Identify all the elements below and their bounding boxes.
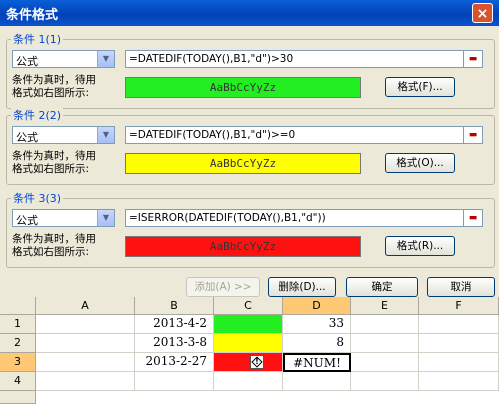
range-picker-icon[interactable]: ▬ [463,50,483,68]
cell-a4[interactable] [36,372,135,391]
range-picker-icon[interactable]: ▬ [463,126,483,144]
row-header-3[interactable]: 3 [0,353,36,372]
chevron-down-icon: ▼ [97,127,114,143]
cell-b3[interactable]: 2013-2-27 [135,353,214,372]
column-header-e[interactable]: E [351,297,419,315]
row-header-1[interactable]: 1 [0,315,36,334]
cell-f4[interactable] [419,372,499,391]
condition-3-preview: AaBbCcYyZz [125,236,361,257]
condition-2-format-button[interactable]: 格式(O)... [385,153,455,173]
condition-3-type-select[interactable]: 公式 ▼ [12,209,115,227]
condition-1-format-button[interactable]: 格式(F)... [385,77,455,97]
row-header-4[interactable]: 4 [0,372,36,391]
condition-2-type-select[interactable]: 公式 ▼ [12,126,115,144]
condition-1-formula-input[interactable]: =DATEDIF(TODAY(),B1,"d")>30 [125,50,477,68]
dialog-title: 条件格式 [6,8,59,23]
chevron-down-icon: ▼ [97,51,114,67]
condition-3-preview-label: 条件为真时，待用 格式如右图所示: [12,233,96,258]
close-button[interactable]: × [472,3,493,23]
column-header-d[interactable]: D [283,297,351,315]
condition-1-preview: AaBbCcYyZz [125,77,361,98]
cell-d4[interactable] [283,372,351,391]
cell-b2[interactable]: 2013-3-8 [135,334,214,353]
cell-a1[interactable] [36,315,135,334]
condition-3-format-button[interactable]: 格式(R)... [385,236,455,256]
condition-1-type-select[interactable]: 公式 ▼ [12,50,115,68]
cell-c2[interactable] [214,334,283,353]
cancel-button[interactable]: 取消 [427,277,495,297]
title-bar: 条件格式 × [0,0,499,26]
condition-3-formula-input[interactable]: =ISERROR(DATEDIF(TODAY(),B1,"d")) [125,209,477,227]
column-header-b[interactable]: B [135,297,214,315]
cell-b4[interactable] [135,372,214,391]
cell-d1[interactable]: 33 [283,315,351,334]
cell-a2[interactable] [36,334,135,353]
chevron-down-icon: ▼ [97,210,114,226]
cell-e3[interactable] [351,353,419,372]
cell-d2[interactable]: 8 [283,334,351,353]
cell-c3[interactable] [214,353,283,372]
condition-2-preview: AaBbCcYyZz [125,153,361,174]
row-header-5[interactable] [0,391,36,404]
error-warning-icon[interactable]: ! [250,355,264,369]
cell-f2[interactable] [419,334,499,353]
condition-2-legend: 条件 2(2) [11,107,64,123]
cell-c4[interactable] [214,372,283,391]
cell-e2[interactable] [351,334,419,353]
condition-2-formula-input[interactable]: =DATEDIF(TODAY(),B1,"d")>=0 [125,126,477,144]
cell-f3[interactable] [419,353,499,372]
condition-2-group: 条件 2(2) 公式 ▼ =DATEDIF(TODAY(),B1,"d")>=0… [6,107,495,185]
condition-3-legend: 条件 3(3) [11,190,64,206]
row-header-2[interactable]: 2 [0,334,36,353]
cell-e4[interactable] [351,372,419,391]
delete-button[interactable]: 删除(D)... [268,277,336,297]
spreadsheet: A B C D E F 1 2013-4-2 33 2 2013-3-8 8 3… [0,297,499,404]
dialog-body: 条件 1(1) 公式 ▼ =DATEDIF(TODAY(),B1,"d")>30… [0,26,499,297]
cell-f1[interactable] [419,315,499,334]
condition-1-type-value: 公式 [16,55,38,68]
ok-button[interactable]: 确定 [346,277,418,297]
condition-2-preview-label: 条件为真时，待用 格式如右图所示: [12,150,96,175]
range-picker-icon[interactable]: ▬ [463,209,483,227]
cell-e1[interactable] [351,315,419,334]
column-header-a[interactable]: A [36,297,135,315]
condition-1-preview-label: 条件为真时，待用 格式如右图所示: [12,74,96,99]
condition-1-group: 条件 1(1) 公式 ▼ =DATEDIF(TODAY(),B1,"d")>30… [6,31,495,109]
cell-d3[interactable]: #NUM! [283,353,351,372]
select-all-corner[interactable] [0,297,36,315]
column-header-c[interactable]: C [214,297,283,315]
cell-c1[interactable] [214,315,283,334]
condition-1-legend: 条件 1(1) [11,31,64,47]
cell-a3[interactable] [36,353,135,372]
cell-b1[interactable]: 2013-4-2 [135,315,214,334]
column-header-f[interactable]: F [419,297,499,315]
add-button[interactable]: 添加(A) >> [186,277,260,297]
condition-3-group: 条件 3(3) 公式 ▼ =ISERROR(DATEDIF(TODAY(),B1… [6,190,495,268]
